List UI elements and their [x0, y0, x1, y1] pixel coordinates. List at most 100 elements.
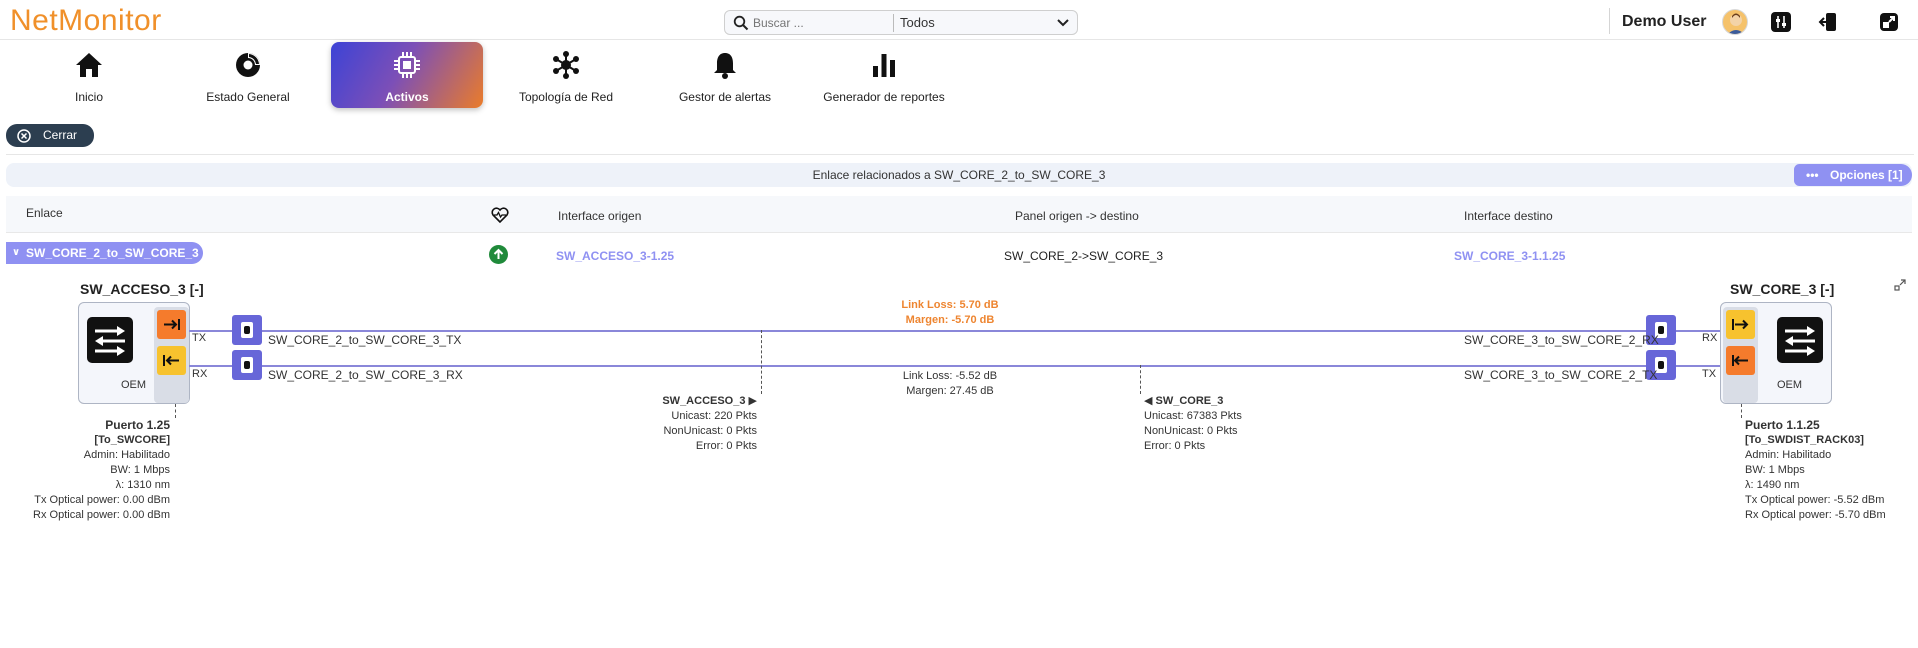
nav-generador-de-reportes[interactable]: Generador de reportes: [808, 42, 960, 108]
switch-icon: [1777, 317, 1823, 363]
port-bw: BW: 1 Mbps: [110, 464, 170, 476]
port-lambda: λ: 1490 nm: [1745, 479, 1800, 491]
port-description: [To_SWCORE]: [94, 434, 170, 446]
stats-nonunicast: NonUnicast: 0 Pkts: [1144, 425, 1238, 437]
nav-inicio[interactable]: Inicio: [13, 42, 165, 108]
divider: [6, 154, 1914, 155]
user-name[interactable]: Demo User: [1622, 13, 1706, 31]
header-origin-interface[interactable]: Interface origen: [558, 209, 641, 223]
port-bw: BW: 1 Mbps: [1745, 464, 1805, 476]
dest-interface-link[interactable]: SW_CORE_3-1.1.25: [1454, 249, 1565, 263]
port-lambda: λ: 1310 nm: [115, 479, 170, 491]
nav-label: Activos: [385, 90, 429, 104]
app-logo[interactable]: NetMonitor: [10, 4, 162, 38]
header-link[interactable]: Enlace: [26, 206, 63, 220]
close-label: Cerrar: [43, 128, 78, 142]
right-device[interactable]: OEM: [1720, 302, 1832, 404]
port-column: [1723, 307, 1758, 403]
nav-estado-general[interactable]: Estado General: [172, 42, 324, 108]
rx-port-icon[interactable]: [157, 346, 186, 375]
link-loss-bottom: Link Loss: -5.52 dB: [902, 370, 998, 382]
margin-bottom: Margen: 27.45 dB: [906, 385, 994, 397]
port-name: Puerto 1.25: [105, 418, 170, 432]
logout-icon[interactable]: [1816, 11, 1838, 33]
bell-icon: [714, 53, 736, 79]
vendor-label: OEM: [1777, 379, 1803, 391]
port-stem: [175, 404, 176, 418]
left-device[interactable]: OEM: [78, 302, 190, 404]
avatar-icon: [1727, 13, 1745, 34]
stats-nonunicast: NonUnicast: 0 Pkts: [663, 425, 757, 437]
port-name: Puerto 1.1.25: [1745, 418, 1820, 432]
panel-value: SW_CORE_2->SW_CORE_3: [1004, 249, 1164, 263]
topology-icon: [553, 51, 579, 79]
fiber-stub: [189, 365, 232, 367]
avatar[interactable]: [1722, 9, 1748, 35]
nav-label: Gestor de alertas: [678, 90, 772, 104]
header-panel[interactable]: Panel origen -> destino: [1015, 209, 1139, 223]
nav-label: Topología de Red: [518, 90, 614, 104]
left-device-title[interactable]: SW_ACCESO_3 [-]: [80, 281, 204, 297]
options-button[interactable]: ••• Opciones [1]: [1794, 164, 1912, 186]
nav-gestor-de-alertas[interactable]: Gestor de alertas: [649, 42, 801, 108]
port-admin: Admin: Habilitado: [1745, 449, 1832, 461]
stats-error: Error: 0 Pkts: [1144, 440, 1206, 452]
stats-title: ◀ SW_CORE_3: [1144, 395, 1224, 407]
tx-port-icon[interactable]: [157, 310, 186, 339]
status-up-icon: [489, 245, 508, 264]
fiber-label: SW_CORE_2_to_SW_CORE_3_TX: [268, 333, 462, 347]
port-description: [To_SWDIST_RACK03]: [1745, 434, 1864, 446]
margin-top: Margen: -5.70 dB: [905, 314, 995, 326]
settings-sliders-icon[interactable]: [1770, 11, 1792, 33]
right-device-title[interactable]: SW_CORE_3 [-]: [1730, 281, 1834, 297]
search-scope-select[interactable]: Todos: [900, 15, 935, 30]
more-icon: •••: [1806, 168, 1819, 182]
left-traffic-stats: SW_ACCESO_3 ▶ Unicast: 220 Pkts NonUnica…: [620, 394, 757, 454]
vendor-label: OEM: [121, 379, 147, 391]
nav-label: Estado General: [206, 90, 290, 104]
fiber-bottom[interactable]: [262, 365, 1646, 367]
link-loss-top: Link Loss: 5.70 dB: [901, 299, 999, 311]
rx-port-icon[interactable]: [1726, 310, 1755, 339]
heart-pulse-icon: [491, 207, 509, 224]
origin-interface-link[interactable]: SW_ACCESO_3-1.25: [556, 249, 674, 263]
link-row-toggle[interactable]: ∨ SW_CORE_2_to_SW_CORE_3: [6, 242, 203, 264]
nav-activos[interactable]: Activos: [331, 42, 483, 108]
search-icon: [733, 15, 749, 31]
stats-pointer: [761, 330, 762, 394]
connector-icon[interactable]: [232, 350, 262, 380]
fiber-label: SW_CORE_3_to_SW_CORE_2_RX: [1464, 333, 1659, 347]
search-divider: [893, 14, 894, 32]
port-tx-power: Tx Optical power: 0.00 dBm: [34, 494, 170, 506]
header-dest-interface[interactable]: Interface destino: [1464, 209, 1553, 223]
close-button[interactable]: Cerrar: [6, 124, 94, 147]
search-box: Todos: [724, 10, 1078, 35]
stats-title: SW_ACCESO_3 ▶: [662, 395, 757, 407]
tx-label: TX: [192, 332, 207, 344]
chevron-down-icon: ∨: [12, 247, 21, 258]
table-header: Enlace Interface origen Panel origen -> …: [6, 196, 1912, 233]
user-divider: [1609, 8, 1610, 34]
close-icon: [17, 129, 31, 143]
fiber-stub: [1676, 330, 1720, 332]
stats-error: Error: 0 Pkts: [695, 440, 757, 452]
dashboard-icon: [236, 53, 260, 77]
fiber-label: SW_CORE_2_to_SW_CORE_3_RX: [268, 368, 463, 382]
window-toggle-icon[interactable]: [1878, 11, 1900, 33]
nav-topologia-de-red[interactable]: Topología de Red: [490, 42, 642, 108]
bar-chart-icon: [873, 54, 895, 77]
expand-icon[interactable]: [1893, 278, 1907, 292]
top-bar: NetMonitor Todos Demo User: [0, 0, 1918, 40]
search-input[interactable]: [753, 11, 923, 34]
right-traffic-stats: ◀ SW_CORE_3 Unicast: 67383 Pkts NonUnica…: [1144, 394, 1304, 454]
panel-title: Enlace relacionados a SW_CORE_2_to_SW_CO…: [6, 163, 1912, 187]
port-admin: Admin: Habilitado: [83, 449, 170, 461]
connector-icon[interactable]: [232, 315, 262, 345]
stats-unicast: Unicast: 220 Pkts: [671, 410, 757, 422]
rx-label: RX: [192, 368, 208, 380]
fiber-top[interactable]: [262, 330, 1646, 332]
port-rx-power: Rx Optical power: -5.70 dBm: [1745, 509, 1886, 521]
chevron-down-icon[interactable]: [1055, 14, 1071, 30]
tx-port-icon[interactable]: [1726, 346, 1755, 375]
fiber-label: SW_CORE_3_to_SW_CORE_2_TX: [1464, 368, 1658, 382]
